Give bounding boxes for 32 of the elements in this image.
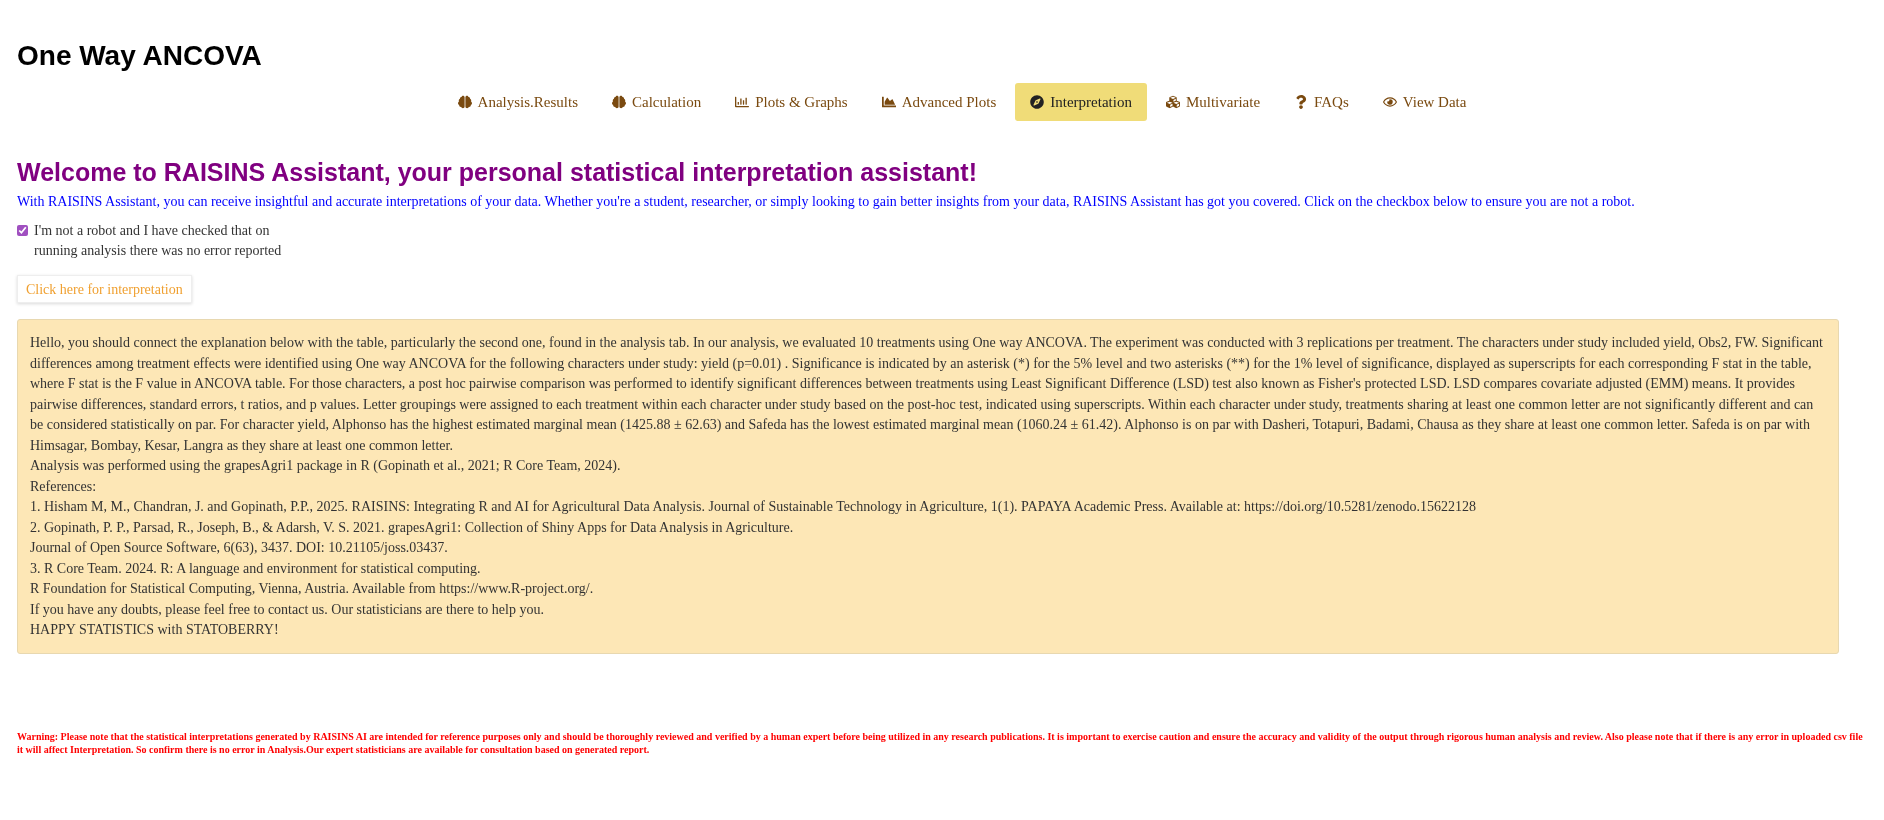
nav-tab[interactable]: Advanced Plots [866, 83, 1012, 121]
nav-tab[interactable]: Interpretation [1015, 83, 1147, 121]
nav-tab[interactable]: Calculation [597, 83, 717, 121]
nav-tab[interactable]: View Data [1367, 83, 1482, 121]
interpretation-text: 1. Hisham M, M., Chandran, J. and Gopinath, P.P., 2025. RAISINS: Integrating R and AI for Agricultural Data Analysis. Journal of Sustainable Technology in Agriculture, 1(1). PAPAYA Academic Press. Available at: https://doi.org/10.5281/zenodo.15622128 [30, 498, 1477, 516]
brain-icon [612, 95, 626, 109]
checkbox-label: I'm not a robot and I have checked that on running analysis there was no error reported [34, 222, 283, 260]
interpretation-text: References: [30, 477, 98, 496]
interpretation-text: 2. Gopinath, P. P., Parsad, R., Joseph, B., & Adarsh, V. S. 2021. grapesAgri1: Collection of Shiny Apps for Data Analysis in Agriculture. [30, 518, 795, 537]
interpretation-text: 3. R Core Team. 2024. R: A language and environment for statistical computing. [30, 559, 482, 578]
bar-chart-icon [735, 95, 750, 109]
robot-checkbox[interactable] [17, 225, 28, 236]
compass-icon [1030, 95, 1045, 109]
eye-icon [1382, 95, 1397, 109]
brain-icon [457, 95, 472, 109]
interpretation-text: Hello, you should connect the explanation below with the table, particularly the second one, found in the analysis tab. In our analysis, we evaluated 10 treatments using One way ANCOVA. The experiment was conducted with 3 replications per treatment. The characters under study included yield, Obs2, FW. Significant differences among treatment effects were identified using One way ANCOVA for the following characters under study: yield (p=0.01) . Significance is indicated by an asterisk (*) for the 5% level and two asterisks (**) for the 1% level of significance, displayed as superscripts for each corresponding F stat in the table, where F stat is the F value in ANCOVA table. For those characters, a post hoc pairwise comparison was performed to identify significant differences between treatments using Least Significant Difference (LSD) test also known as Fisher's protected LSD. LSD compares covariate adjusted (EMM) means. It provides pairwise differences, standard errors, t ratios, and p values. Letter groupings were assigned to each treatment within each character under study based on the post-hoc test, indicated using superscripts. Within each character under study, treatments sharing at least one common letter are not significantly different and can be considered statistically on par. For character yield, Alphonso has the highest estimated marginal mean (1425.88 ± 62.63) and Safeda has the lowest estimated marginal mean (1060.24 ± 61.42). Alphonso is on par with Dasheri, Totapuri, Badami, Chausa as they share at least one common letter. Safeda is on par with Himsagar, Bombay, Kesar, Langra as they share at least one common letter. [30, 334, 1824, 455]
interpretation-text: Analysis was performed using the grapesAgri1 package in R (Gopinath et al., 2021; R Core Team, 2024). [30, 457, 622, 475]
intro-text: With RAISINS Assistant, you can receive insightful and accurate interpretations of your data. Whether you're a student, researcher, or simply looking to gain better insights from your data, RAISINS Assistant has got you covered. Click on the checkbox below to ensure you are not a robot. [17, 193, 1636, 211]
nav-tab[interactable]: Plots & Graphs [720, 83, 863, 121]
nav-tab[interactable]: Analysis.Results [442, 83, 593, 121]
question-icon [1294, 95, 1309, 109]
interpretation-text: Journal of Open Source Software, 6(63), 3437. DOI: 10.21105/joss.03437. [30, 539, 449, 557]
interpretation-text: HAPPY STATISTICS with STATOBERRY! [30, 621, 280, 639]
welcome-heading: Welcome to RAISINS Assistant, your personal statistical interpretation assistant! [17, 157, 978, 187]
page-title: One Way ANCOVA [17, 42, 262, 70]
interpretation-text: R Foundation for Statistical Computing, Vienna, Austria. Available from https://www.R-project.org/. [30, 580, 595, 598]
interpretation-text: If you have any doubts, please feel free to contact us. Our statisticians are there to help you. [30, 600, 545, 619]
cubes-icon [1165, 95, 1180, 109]
nav-tab[interactable]: Multivariate [1150, 83, 1276, 121]
nav-tab[interactable]: FAQs [1279, 83, 1364, 121]
warning-text: Warning: Please note that the statistical interpretations generated by RAISINS AI are intended for reference purposes only and should be thoroughly reviewed and verified by a human expert before being utilized in any research publications. It is important to exercise caution and ensure the accuracy and validity of the output through rigorous human analysis and review. Also please note that if there is any error in uploaded csv file it will affect Interpretation. So confirm there is no error in Analysis.Our expert statisticians are available for consultation based on generated report. [17, 729, 1864, 756]
area-chart-icon [881, 95, 896, 109]
